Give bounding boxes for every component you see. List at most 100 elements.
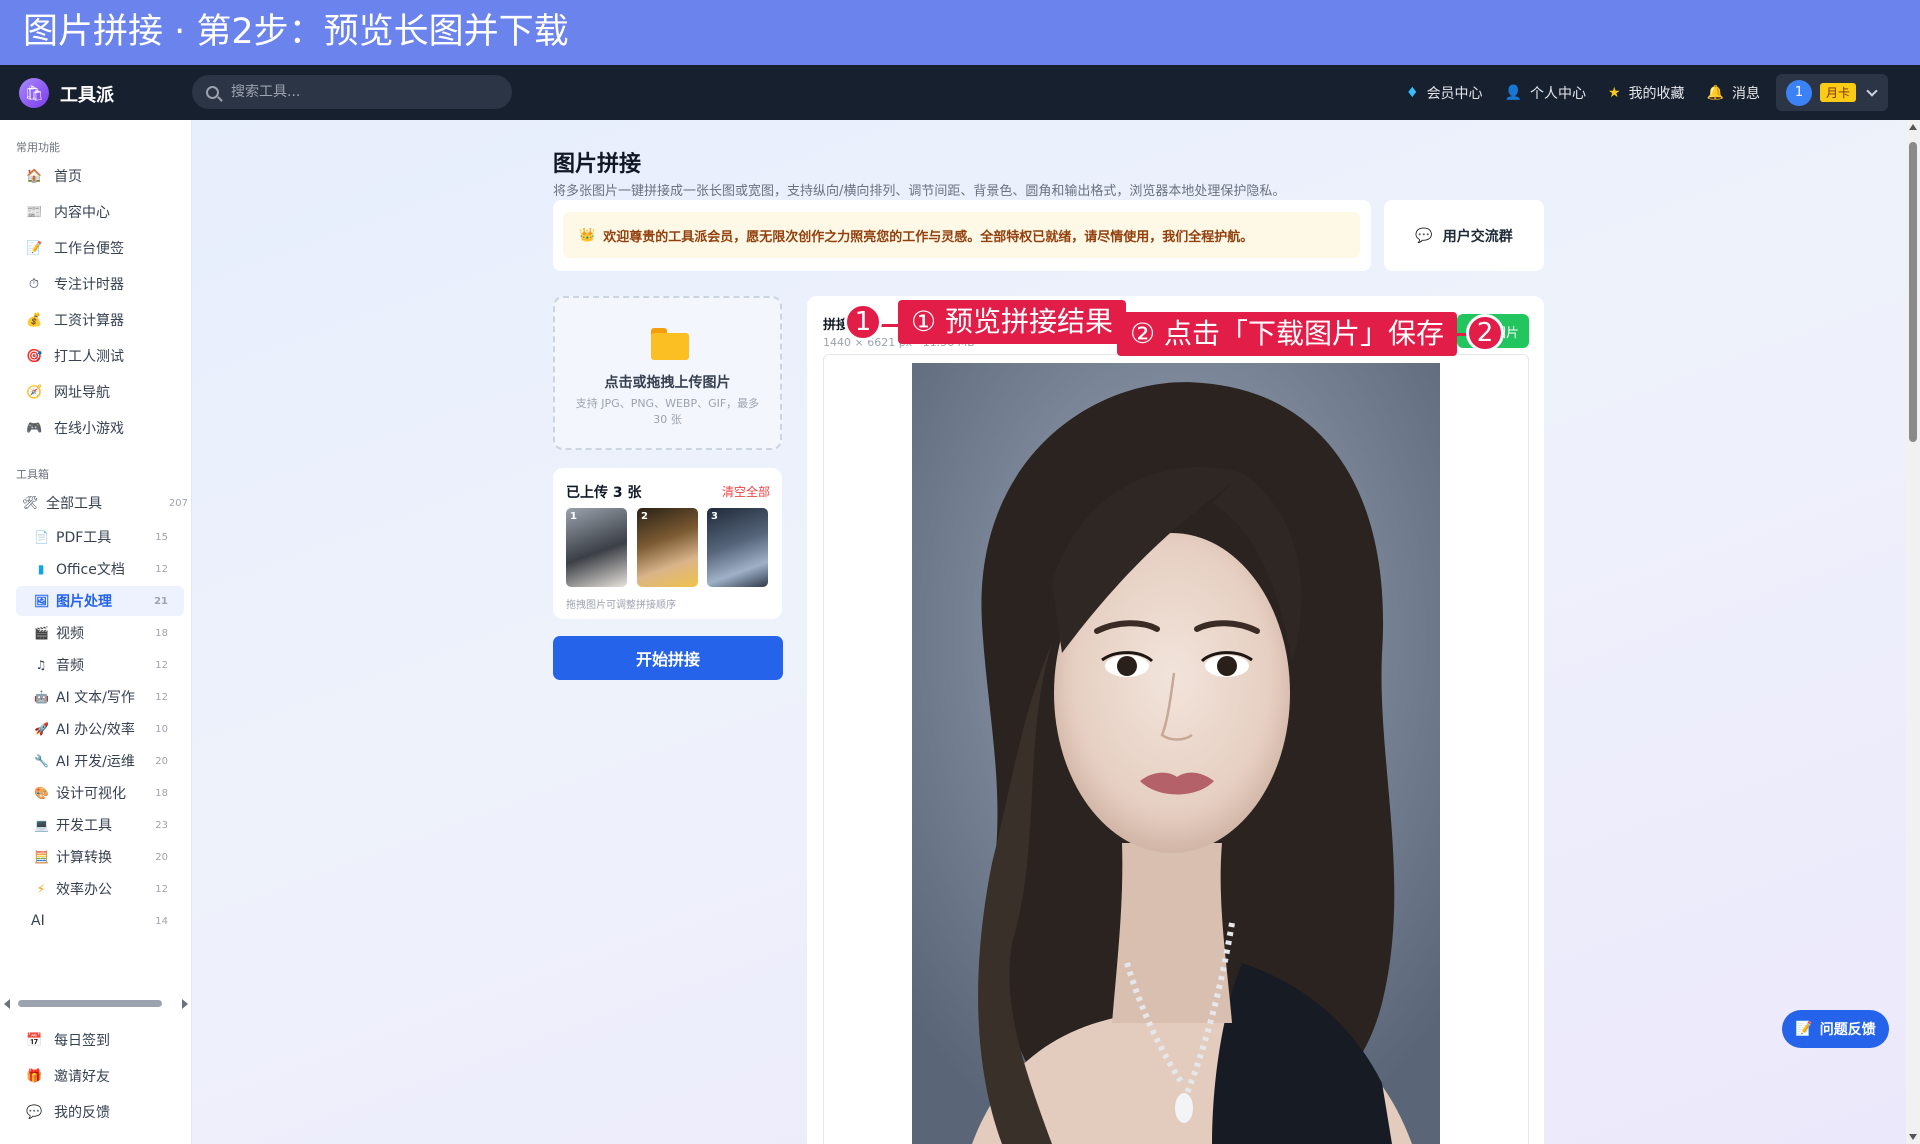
top-nav-links: ♦ 会员中心 👤 个人中心 ★ 我的收藏 🔔 消息: [1406, 65, 1760, 120]
calculator-icon: 🧮: [34, 850, 49, 864]
tool-count: 20: [155, 755, 168, 767]
sidebar: 常用功能 🏠 首页 📰 内容中心 📝 工作台便签 ⏱ 专注计时器 💰 工资计算器 🎯 打工人…: [0, 120, 192, 1144]
sidebar-item-ai-office[interactable]: 🚀 AI 办公/效率 10: [16, 714, 184, 744]
sidebar-item-design[interactable]: 🎨 设计可视化 18: [16, 778, 184, 808]
annotation-step1-marker: 1: [844, 303, 882, 341]
sidebar-item-label: AI 文本/写作: [56, 690, 135, 706]
avatar: 1: [1786, 79, 1812, 106]
sidebar-item-ai[interactable]: AI 14: [16, 906, 184, 936]
sidebar-item-pdf[interactable]: 📄 PDF工具 15: [16, 522, 184, 552]
sidebar-item-efficiency[interactable]: ⚡ 效率办公 12: [16, 874, 184, 904]
feedback-label: 问题反馈: [1819, 1022, 1876, 1038]
clear-all-button[interactable]: 清空全部: [722, 483, 770, 500]
sidebar-item-notes[interactable]: 📝 工作台便签: [16, 232, 184, 264]
user-group-button[interactable]: 💬 用户交流群: [1384, 200, 1544, 271]
tool-count: 15: [155, 531, 168, 543]
sidebar-item-office[interactable]: ▮ Office文档 12: [16, 554, 184, 584]
thumbnail-index: 3: [711, 511, 718, 522]
folder-icon: [651, 328, 689, 360]
sidebar-item-label: 打工人测试: [54, 349, 124, 365]
sidebar-item-label: 视频: [56, 626, 84, 642]
star-icon: ★: [1608, 84, 1621, 101]
image-thumbnail[interactable]: 2: [637, 508, 698, 587]
chevron-down-icon: [1866, 84, 1878, 97]
office-icon: ▮: [37, 562, 45, 576]
scrollbar-thumb[interactable]: [18, 1000, 162, 1007]
start-stitch-button[interactable]: 开始拼接: [553, 636, 783, 680]
lightning-icon: ⚡: [36, 882, 46, 896]
sidebar-item-ai-dev[interactable]: 🔧 AI 开发/运维 20: [16, 746, 184, 776]
sidebar-item-label: 内容中心: [54, 205, 110, 221]
nav-label: 我的收藏: [1628, 85, 1685, 102]
compass-icon: 🧭: [26, 384, 43, 400]
tutorial-banner: 图片拼接 · 第2步：预览长图并下载: [0, 0, 1920, 65]
membership-badge: 月卡: [1820, 83, 1857, 102]
feedback-float-button[interactable]: 📝 问题反馈: [1782, 1010, 1889, 1048]
tool-count: 21: [154, 595, 168, 607]
nav-favorites[interactable]: ★ 我的收藏: [1608, 83, 1685, 103]
sidebar-item-checkin[interactable]: 📅 每日签到: [16, 1024, 184, 1056]
tool-count: 18: [155, 627, 168, 639]
sidebar-item-all-tools[interactable]: 🛠 全部工具 207: [16, 487, 188, 519]
image-thumbnail[interactable]: 1: [566, 508, 627, 587]
logo-icon[interactable]: 🛍: [19, 78, 49, 108]
sidebar-item-home[interactable]: 🏠 首页: [16, 160, 184, 192]
logo-text[interactable]: 工具派: [60, 81, 114, 107]
notepad-icon: 📝: [26, 240, 43, 256]
sidebar-horizontal-scrollbar[interactable]: [0, 994, 192, 1012]
scrollbar-thumb[interactable]: [1909, 142, 1917, 442]
tool-count: 18: [155, 787, 168, 799]
upload-dropzone[interactable]: 点击或拖拽上传图片 支持 JPG、PNG、WEBP、GIF，最多 30 张: [553, 296, 782, 450]
sidebar-item-url-nav[interactable]: 🧭 网址导航: [16, 376, 184, 408]
sidebar-item-label: 工作台便签: [54, 241, 124, 257]
nav-label: 会员中心: [1426, 85, 1483, 102]
scroll-left-icon[interactable]: [4, 999, 10, 1009]
sidebar-item-dev-tools[interactable]: 💻 开发工具 23: [16, 810, 184, 840]
user-menu[interactable]: 1 月卡: [1776, 74, 1888, 111]
search-box[interactable]: [192, 75, 512, 109]
scroll-down-icon[interactable]: [1909, 1134, 1917, 1140]
sidebar-section-toolbox: 工具箱: [16, 468, 49, 481]
annotation-step2-marker: 2: [1466, 314, 1504, 352]
chat-bubble-icon: 💬: [26, 1104, 43, 1120]
video-icon: 🎬: [34, 626, 49, 640]
stopwatch-icon: ⏱: [28, 276, 40, 292]
sidebar-item-label: Office文档: [56, 562, 125, 578]
ai-writing-icon: 🤖: [34, 690, 49, 704]
sidebar-item-label: 图片处理: [56, 594, 112, 610]
search-input[interactable]: [231, 84, 471, 100]
nav-personal-center[interactable]: 👤 个人中心: [1505, 83, 1586, 103]
page-vertical-scrollbar[interactable]: [1906, 120, 1920, 1144]
stitched-image-preview[interactable]: [912, 363, 1440, 1144]
thumbnail-index: 1: [570, 511, 577, 522]
sidebar-item-games[interactable]: 🎮 在线小游戏: [16, 412, 184, 444]
sidebar-item-calculate[interactable]: 🧮 计算转换 20: [16, 842, 184, 872]
tool-count: 20: [155, 851, 168, 863]
sidebar-item-ai-writing[interactable]: 🤖 AI 文本/写作 12: [16, 682, 184, 712]
nav-member-center[interactable]: ♦ 会员中心: [1406, 83, 1483, 103]
sidebar-item-worker-test[interactable]: 🎯 打工人测试: [16, 340, 184, 372]
calendar-icon: 📅: [26, 1032, 43, 1048]
sidebar-section-common: 常用功能: [16, 141, 60, 154]
sidebar-item-timer[interactable]: ⏱ 专注计时器: [16, 268, 184, 300]
sidebar-item-salary[interactable]: 💰 工资计算器: [16, 304, 184, 336]
sidebar-item-video[interactable]: 🎬 视频 18: [16, 618, 184, 648]
nav-messages[interactable]: 🔔 消息: [1707, 83, 1760, 103]
sidebar-item-content[interactable]: 📰 内容中心: [16, 196, 184, 228]
tool-count: 12: [155, 883, 168, 895]
crown-icon: 👑: [579, 227, 596, 243]
ai-office-icon: 🚀: [34, 722, 49, 736]
target-icon: 🎯: [26, 348, 43, 364]
image-thumbnail[interactable]: 3: [707, 508, 768, 587]
tool-count: 207: [168, 497, 188, 509]
tool-count: 12: [155, 691, 168, 703]
sidebar-item-image[interactable]: 🖼 图片处理 21: [16, 586, 184, 616]
scroll-right-icon[interactable]: [182, 999, 188, 1009]
sidebar-item-invite[interactable]: 🎁 邀请好友: [16, 1060, 184, 1092]
sidebar-item-label: 在线小游戏: [54, 421, 124, 437]
uploaded-images-card: 已上传 3 张 清空全部 1 2 3 拖拽图片可调整拼接顺序: [553, 468, 782, 619]
scroll-up-icon[interactable]: [1909, 124, 1917, 130]
nav-label: 个人中心: [1530, 85, 1586, 102]
sidebar-item-feedback[interactable]: 💬 我的反馈: [16, 1096, 184, 1128]
sidebar-item-audio[interactable]: ♫ 音频 12: [16, 650, 184, 680]
